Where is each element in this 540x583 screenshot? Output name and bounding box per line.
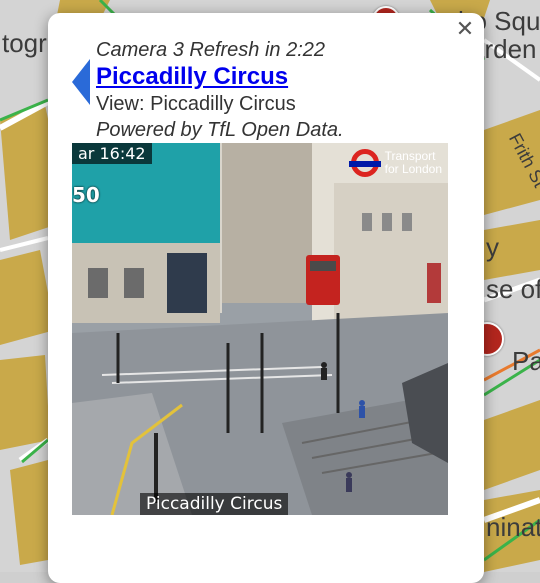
camera-scene bbox=[72, 143, 448, 515]
map-label: y bbox=[486, 232, 499, 262]
tfl-logo: Transport for London bbox=[348, 149, 442, 177]
camera-number: 50 bbox=[72, 183, 100, 207]
tfl-wordmark: Transport for London bbox=[385, 150, 442, 176]
camera-timestamp: ar 16:42 bbox=[72, 143, 152, 164]
map-label: ninat bbox=[486, 512, 540, 542]
tfl-wordmark-line: for London bbox=[384, 162, 442, 176]
map-label: togr bbox=[2, 28, 47, 58]
previous-camera-icon[interactable] bbox=[72, 59, 90, 105]
tfl-roundel-icon bbox=[348, 149, 381, 177]
view-label: View: Piccadilly Circus bbox=[96, 93, 296, 115]
refresh-countdown: Camera 3 Refresh in 2:22 bbox=[96, 39, 326, 61]
camera-popup: ✕ Camera 3 Refresh in 2:22 Piccadilly Ci… bbox=[48, 13, 484, 583]
camera-caption: Piccadilly Circus bbox=[140, 493, 289, 515]
map-label: Pa bbox=[512, 346, 540, 376]
camera-image: ar 16:42 50 Transport for London Piccadi… bbox=[72, 143, 448, 515]
credit-text: Powered by TfL Open Data. bbox=[96, 119, 344, 141]
map-label: se of bbox=[486, 274, 540, 304]
popup-info: Camera 3 Refresh in 2:22 Piccadilly Circ… bbox=[96, 37, 456, 143]
camera-title-link[interactable]: Piccadilly Circus bbox=[96, 63, 288, 91]
close-button[interactable]: ✕ bbox=[454, 19, 476, 41]
